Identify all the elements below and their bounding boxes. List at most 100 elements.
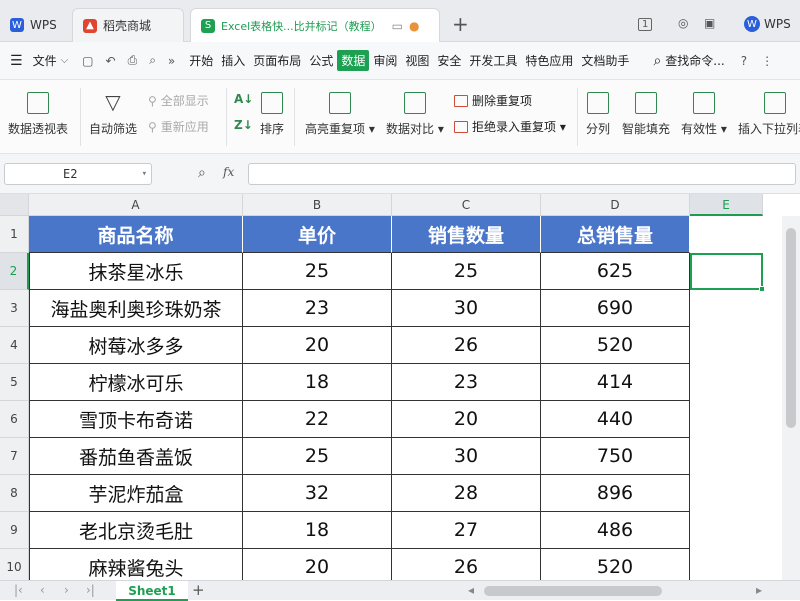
select-all-corner[interactable] xyxy=(0,194,29,216)
column-header-b[interactable]: B xyxy=(243,194,392,216)
sheet-tab-sheet1[interactable]: Sheet1 xyxy=(116,581,188,601)
menu-data[interactable]: 数据 xyxy=(337,50,370,71)
new-tab-button[interactable]: + xyxy=(452,14,469,34)
delete-duplicates-button[interactable]: 删除重复项 xyxy=(454,92,532,109)
sheet-nav-prev-icon[interactable]: ‹ xyxy=(40,583,45,597)
validity-button[interactable]: 有效性 ▾ xyxy=(681,92,727,137)
pivot-table-button[interactable]: 数据透视表 xyxy=(8,92,68,137)
table-cell[interactable]: 25 xyxy=(243,438,392,475)
reject-duplicates-button[interactable]: 拒绝录入重复项 ▾ xyxy=(454,118,566,135)
add-sheet-button[interactable]: + xyxy=(192,581,205,599)
sheet-nav-first-icon[interactable]: |‹ xyxy=(14,583,23,597)
formula-input[interactable] xyxy=(248,163,796,185)
table-cell[interactable]: 23 xyxy=(392,364,541,401)
menu-start[interactable]: 开始 xyxy=(185,52,217,69)
table-cell[interactable]: 32 xyxy=(243,475,392,512)
table-cell[interactable]: 20 xyxy=(392,401,541,438)
table-cell[interactable]: 老北京烫毛肚 xyxy=(29,512,243,549)
table-cell[interactable]: 520 xyxy=(541,327,690,364)
row-header-1[interactable]: 1 xyxy=(0,216,29,253)
hamburger-icon[interactable]: ☰ xyxy=(10,53,23,69)
table-cell[interactable]: 柠檬冰可乐 xyxy=(29,364,243,401)
table-cell[interactable]: 番茄鱼香盖饭 xyxy=(29,438,243,475)
help-icon[interactable]: ? xyxy=(741,54,747,68)
table-cell[interactable]: 18 xyxy=(243,512,392,549)
insert-dropdown-button[interactable]: 插入下拉列表 xyxy=(738,92,800,137)
tab-count-icon[interactable]: 1 xyxy=(638,18,653,31)
window-icon-1[interactable]: ◎ xyxy=(678,16,688,30)
tab-shop[interactable]: ▲ 稻壳商城 xyxy=(72,8,184,42)
table-cell[interactable]: 27 xyxy=(392,512,541,549)
tab-document[interactable]: S Excel表格快...比并标记（教程） ▭ ● xyxy=(190,8,440,42)
menu-developer[interactable]: 开发工具 xyxy=(465,52,521,69)
table-cell[interactable]: 440 xyxy=(541,401,690,438)
chevron-down-icon[interactable]: ▾ xyxy=(142,164,147,184)
print-icon[interactable]: ⎙ xyxy=(128,53,138,68)
autofilter-button[interactable]: ▽ 自动筛选 xyxy=(89,92,137,137)
window-icon-2[interactable]: ▣ xyxy=(704,16,715,30)
column-header-c[interactable]: C xyxy=(392,194,541,216)
sort-asc-icon[interactable]: A↓ xyxy=(234,92,253,106)
selected-cell-e2[interactable] xyxy=(690,253,763,290)
table-cell[interactable]: 25 xyxy=(243,253,392,290)
search-icon[interactable]: ⌕ xyxy=(653,53,661,69)
wps-account[interactable]: W WPS xyxy=(744,16,791,32)
more-icon[interactable]: » xyxy=(168,54,175,68)
tab-monitor-icon[interactable]: ▭ xyxy=(392,19,403,33)
table-cell[interactable]: 26 xyxy=(392,549,541,580)
table-cell[interactable]: 26 xyxy=(392,327,541,364)
table-cell[interactable]: 625 xyxy=(541,253,690,290)
save-icon[interactable]: ▢ xyxy=(82,54,93,68)
table-cell[interactable]: 750 xyxy=(541,438,690,475)
smart-fill-button[interactable]: 智能填充 xyxy=(622,92,670,137)
fx-button[interactable]: fx xyxy=(223,165,234,179)
table-cell[interactable]: 486 xyxy=(541,512,690,549)
table-cell[interactable]: 520 xyxy=(541,549,690,580)
show-all-button[interactable]: ⚲ 全部显示 xyxy=(148,92,209,109)
menu-insert[interactable]: 插入 xyxy=(217,52,249,69)
sheet-nav-last-icon[interactable]: ›| xyxy=(86,583,95,597)
column-header-d[interactable]: D xyxy=(541,194,690,216)
header-cell-3[interactable]: 总销售量 xyxy=(541,216,690,253)
row-header-9[interactable]: 9 xyxy=(0,512,29,549)
menu-view[interactable]: 视图 xyxy=(401,52,433,69)
highlight-duplicates-button[interactable]: 高亮重复项 ▾ xyxy=(305,92,375,137)
sort-button[interactable]: 排序 xyxy=(260,92,284,137)
table-cell[interactable]: 896 xyxy=(541,475,690,512)
table-cell[interactable]: 18 xyxy=(243,364,392,401)
table-cell[interactable]: 抹茶星冰乐 xyxy=(29,253,243,290)
fill-handle[interactable] xyxy=(759,286,765,292)
table-cell[interactable]: 28 xyxy=(392,475,541,512)
preview-icon[interactable]: ⌕ xyxy=(149,53,156,68)
command-search[interactable]: 查找命令... xyxy=(661,52,728,69)
table-cell[interactable]: 30 xyxy=(392,290,541,327)
data-compare-button[interactable]: 数据对比 ▾ xyxy=(386,92,444,137)
table-cell[interactable]: 雪顶卡布奇诺 xyxy=(29,401,243,438)
table-cell[interactable]: 23 xyxy=(243,290,392,327)
table-cell[interactable]: 20 xyxy=(243,327,392,364)
table-cell[interactable]: 25 xyxy=(392,253,541,290)
menu-page-layout[interactable]: 页面布局 xyxy=(249,52,305,69)
header-cell-2[interactable]: 销售数量 xyxy=(392,216,541,253)
split-column-button[interactable]: 分列 xyxy=(586,92,610,137)
zoom-search-icon[interactable]: ⌕ xyxy=(198,165,206,181)
horizontal-scroll-thumb[interactable] xyxy=(484,586,662,596)
menu-review[interactable]: 审阅 xyxy=(369,52,401,69)
chevron-down-icon[interactable]: ⌵ xyxy=(61,55,69,66)
vertical-scrollbar[interactable] xyxy=(782,216,800,580)
hscroll-left-icon[interactable]: ◂ xyxy=(468,583,474,597)
row-header-4[interactable]: 4 xyxy=(0,327,29,364)
sort-desc-icon[interactable]: Z↓ xyxy=(234,118,253,132)
menu-formula[interactable]: 公式 xyxy=(305,52,337,69)
header-cell-0[interactable]: 商品名称 xyxy=(29,216,243,253)
row-header-2[interactable]: 2 xyxy=(0,253,29,290)
table-cell[interactable]: 20 xyxy=(243,549,392,580)
menu-doc-assistant[interactable]: 文档助手 xyxy=(577,52,633,69)
header-cell-1[interactable]: 单价 xyxy=(243,216,392,253)
table-cell[interactable]: 芋泥炸茄盒 xyxy=(29,475,243,512)
row-header-8[interactable]: 8 xyxy=(0,475,29,512)
name-box[interactable]: E2 ▾ xyxy=(4,163,152,185)
table-cell[interactable]: 麻辣酱兔头 xyxy=(29,549,243,580)
sheet-nav-next-icon[interactable]: › xyxy=(64,583,69,597)
hscroll-right-icon[interactable]: ▸ xyxy=(756,583,762,597)
